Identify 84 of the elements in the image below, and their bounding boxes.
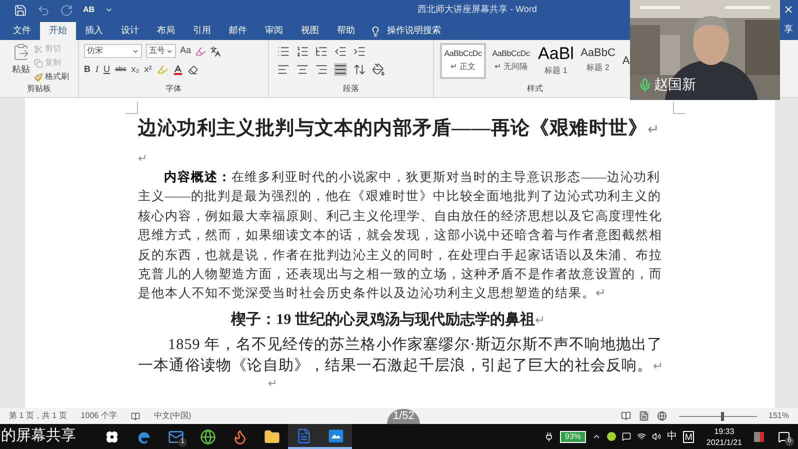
microphone-icon[interactable] xyxy=(638,78,652,92)
customize-icon[interactable] xyxy=(104,6,113,14)
paintbrush-icon[interactable] xyxy=(34,72,43,82)
body-paragraph: 1859 年，名不见经传的苏兰格小作家塞缪尔·斯迈尔斯不声不响地抛出了一本通俗读物《论自助》，结果一石激起千层浪，引起了巨大的社会反响。↵ xyxy=(138,335,664,376)
print-layout-icon[interactable] xyxy=(638,411,649,421)
web-layout-icon[interactable] xyxy=(656,411,667,421)
format-button[interactable]: x₂ xyxy=(131,63,140,76)
ribbon-tab[interactable]: 布局 xyxy=(148,22,184,40)
format-button[interactable]: U xyxy=(104,63,110,76)
wifi-icon[interactable] xyxy=(636,432,646,441)
numbering-icon[interactable] xyxy=(296,45,309,58)
volume-icon[interactable] xyxy=(652,432,661,441)
input-mode[interactable]: M xyxy=(682,430,694,442)
tray-app-icon[interactable] xyxy=(606,432,616,441)
read-mode-icon[interactable] xyxy=(620,411,631,421)
paste-icon[interactable] xyxy=(12,43,30,61)
ribbon-tab[interactable]: 邮件 xyxy=(220,22,256,40)
align-center-icon[interactable] xyxy=(296,63,309,76)
style-option[interactable]: AaBbCcDc ↵ 正文 xyxy=(440,43,486,79)
close-icon[interactable] xyxy=(783,4,794,15)
font-color-icon[interactable] xyxy=(172,64,183,75)
paragraph-mark: ↵ xyxy=(138,152,147,166)
change-case-button[interactable]: Aa xyxy=(180,44,192,58)
tell-me-search[interactable]: 操作说明搜索 xyxy=(387,24,441,38)
group-label: 样式 xyxy=(526,83,544,95)
document-title: 边沁功利主义批判与文本的内部矛盾——再论《艰难时世》↵ xyxy=(138,116,662,141)
zoom-level[interactable]: 151% xyxy=(768,410,789,422)
dropdown-icon[interactable] xyxy=(166,48,173,54)
tray-expand-icon[interactable] xyxy=(592,432,601,441)
save-icon[interactable] xyxy=(14,4,27,16)
format-button[interactable]: x² xyxy=(144,63,152,76)
group-label: 剪贴板 xyxy=(26,83,52,95)
page-count[interactable]: 第 1 页，共 1 页 xyxy=(9,410,67,422)
group-label: 字体 xyxy=(164,83,182,95)
lightbulb-icon[interactable] xyxy=(370,26,381,36)
multilevel-list-icon[interactable] xyxy=(315,45,328,58)
font-size-field[interactable]: 五号 xyxy=(146,44,176,58)
folder-icon[interactable] xyxy=(264,428,280,444)
clock-time[interactable]: 19:33 xyxy=(714,426,734,436)
clock-date[interactable]: 2021/1/21 xyxy=(706,436,742,448)
ribbon-tab[interactable]: 审阅 xyxy=(256,22,292,40)
style-option[interactable]: AaBbCcDc ↵ 无间隔 xyxy=(488,43,534,79)
format-painter-button[interactable]: 格式刷 xyxy=(45,71,69,83)
style-option[interactable]: AaBbC 标题 2 xyxy=(578,43,618,79)
font-size-button[interactable]: AB xyxy=(83,4,95,16)
format-button[interactable]: B xyxy=(84,63,90,76)
indent-decrease-icon[interactable] xyxy=(334,45,347,58)
app-icon[interactable] xyxy=(328,428,344,444)
word-count[interactable]: 1006 个字 xyxy=(80,410,117,422)
ribbon-tab[interactable]: 帮助 xyxy=(328,22,364,40)
format-button[interactable]: I xyxy=(96,63,98,76)
proofing-icon[interactable] xyxy=(130,412,140,420)
ribbon-tab[interactable]: 文件 xyxy=(4,22,40,40)
pinwheel-icon[interactable] xyxy=(104,428,120,444)
paste-button[interactable]: 粘贴 xyxy=(12,63,30,76)
align-left-icon[interactable] xyxy=(277,63,290,76)
ribbon-tab[interactable]: 设计 xyxy=(112,22,148,40)
browser-icon[interactable] xyxy=(200,428,216,444)
line-spacing-icon[interactable] xyxy=(353,63,366,76)
share-label[interactable]: 享 xyxy=(784,23,793,36)
style-option[interactable]: AaBl 标题 1 xyxy=(536,43,576,79)
input-method[interactable]: 中 xyxy=(666,429,677,444)
share-caption: 的屏幕共享 xyxy=(0,426,77,446)
abstract-paragraph: 内容概述：在维多利亚时代的小说家中，狄更斯对当时的主导意识形态——边沁功利主义——的批判是最为强烈的，他在《艰难时世》中比较全面地批判了边沁式功利主义的核心内容，例如最大幸福原则、利己主义伦理学、自由放任的经济思想以及它高度理性化思维方式，然而，如果细读文本的话，就会发现，这部小说中还暗含着与作者意图截然相反的东西，也就是说，作者在批判边沁主义的同时，在处理白手起家话语以及朱浦、布拉克普儿的人物塑造方面，还表现出与之相一致的立场，这种矛盾不是作者故意设置的，而是他本人不知不觉深受当时社会历史条件以及边沁功利主义思想塑造的结果。↵ xyxy=(138,169,664,302)
group-label: 段落 xyxy=(342,83,360,95)
ribbon-tab[interactable]: 视图 xyxy=(292,22,328,40)
align-right-icon[interactable] xyxy=(315,63,328,76)
ribbon-tab[interactable]: 引用 xyxy=(184,22,220,40)
language-status[interactable]: 中文(中国) xyxy=(154,410,192,422)
mail-icon[interactable] xyxy=(168,428,184,444)
font-name-field[interactable]: 仿宋 xyxy=(84,44,142,58)
dropdown-icon[interactable] xyxy=(132,48,139,54)
speaker-name: 赵国新 xyxy=(654,75,696,94)
plug-icon xyxy=(544,432,554,442)
window-title: 西北师大讲座屏幕共享 - Word xyxy=(418,3,537,16)
tray-window-icon[interactable] xyxy=(622,432,631,441)
style-option[interactable]: A xyxy=(620,43,632,79)
paragraph-mark: ↵ xyxy=(268,376,277,391)
justify-icon[interactable] xyxy=(334,63,347,76)
ribbon-tab[interactable]: 插入 xyxy=(76,22,112,40)
ribbon-tab[interactable]: 开始 xyxy=(40,22,76,40)
section-heading: 楔子：19 世纪的心灵鸡汤与现代励志学的鼻祖↵ xyxy=(230,310,546,330)
indent-increase-icon[interactable] xyxy=(353,45,366,58)
phonetic-icon[interactable] xyxy=(210,46,222,56)
